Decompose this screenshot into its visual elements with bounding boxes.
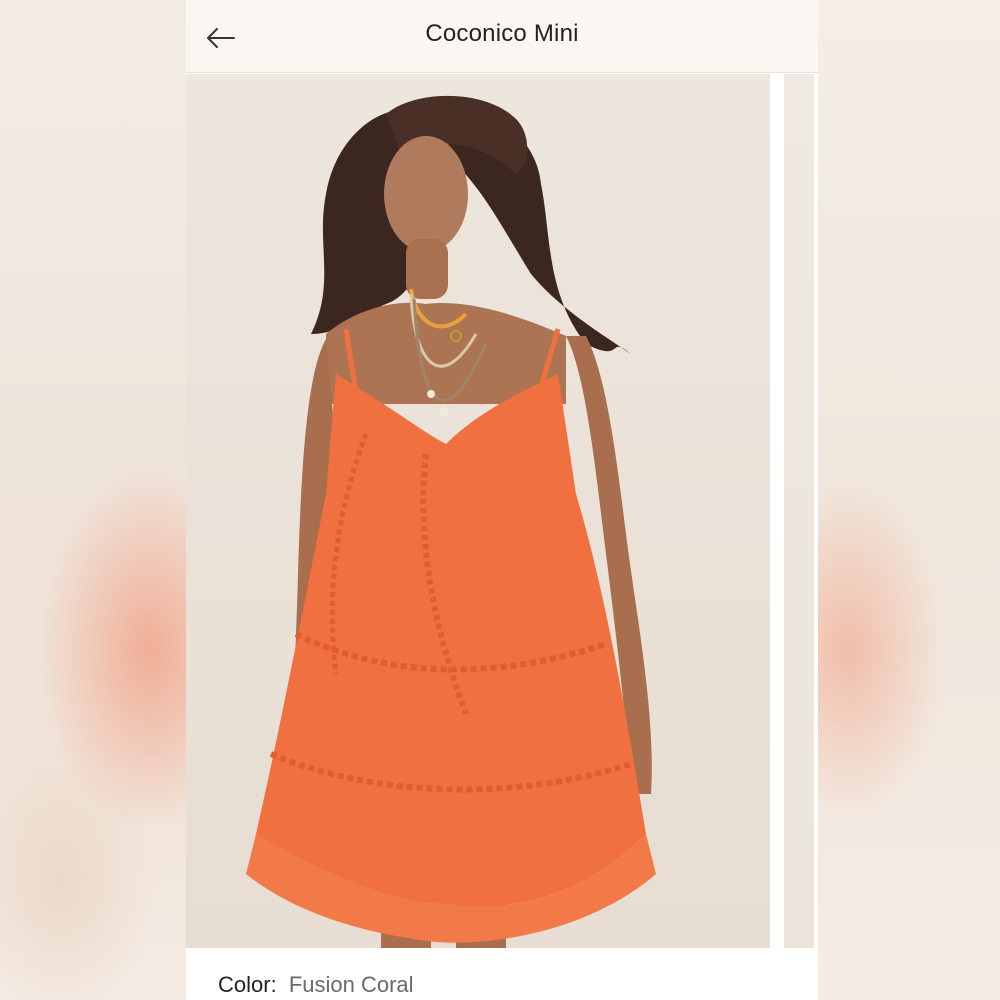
blurred-backdrop-right	[818, 0, 1000, 1000]
product-image[interactable]	[186, 74, 770, 948]
blurred-backdrop-left	[0, 0, 186, 1000]
top-bar: Coconico Mini	[186, 0, 818, 73]
color-selector[interactable]: Color: Fusion Coral	[218, 972, 414, 998]
color-label: Color:	[218, 972, 277, 997]
page-title: Coconico Mini	[425, 20, 579, 47]
next-image-peek[interactable]	[784, 74, 818, 948]
color-value: Fusion Coral	[288, 972, 414, 997]
product-page: Coconico Mini Color: Fusion Coral	[186, 0, 818, 1000]
product-info: Color: Fusion Coral	[186, 948, 818, 1000]
model-photo-illustration	[246, 95, 656, 948]
product-image-carousel[interactable]	[186, 74, 818, 948]
